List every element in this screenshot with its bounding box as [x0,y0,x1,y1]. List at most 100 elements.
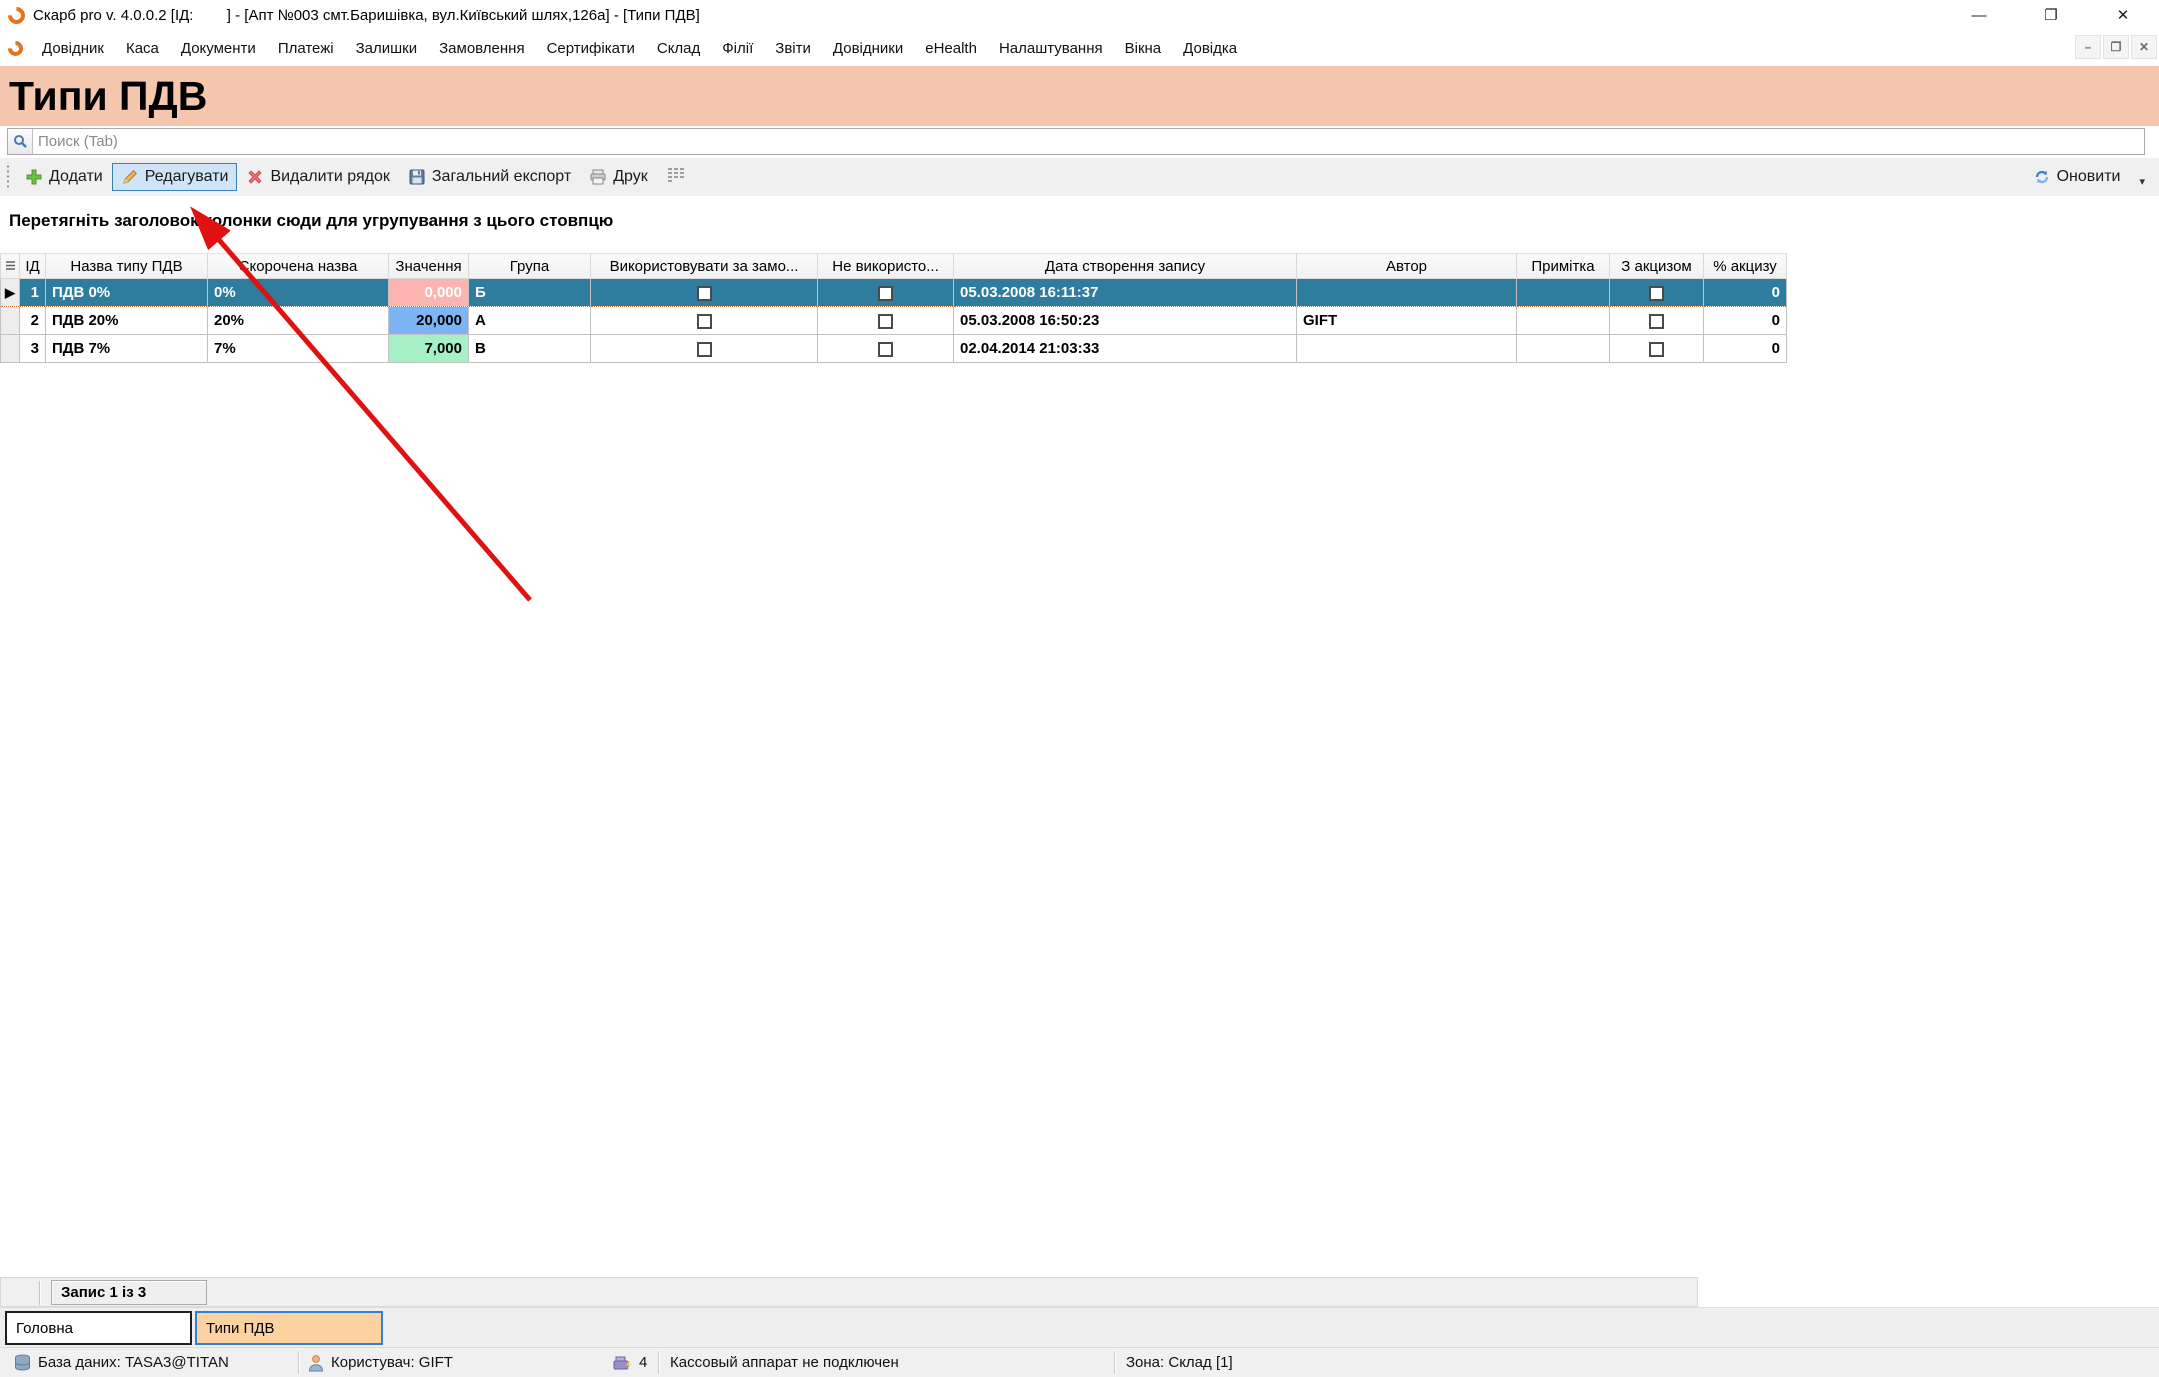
search-icon[interactable] [8,129,33,154]
cell-value[interactable]: 20,000 [389,307,469,335]
print-button[interactable]: Друк [580,163,657,191]
close-icon[interactable]: ✕ [2087,0,2159,30]
mdi-restore-icon[interactable]: ❐ [2103,35,2129,59]
col-header-short-name[interactable]: Скорочена назва [208,254,389,279]
cell-name[interactable]: ПДВ 20% [46,307,208,335]
column-chooser-icon[interactable] [665,166,685,189]
tab-typy-pdv[interactable]: Типи ПДВ [195,1311,383,1345]
cell-use-by-default[interactable] [591,335,818,363]
menu-vikna[interactable]: Вікна [1114,34,1173,63]
checkbox-unchecked[interactable] [1649,342,1664,357]
cell-not-used[interactable] [818,335,954,363]
cell-author[interactable]: GIFT [1297,307,1517,335]
checkbox-unchecked[interactable] [697,342,712,357]
checkbox-unchecked[interactable] [697,314,712,329]
cell-not-used[interactable] [818,307,954,335]
menu-sklad[interactable]: Склад [646,34,711,63]
menu-dokumenty[interactable]: Документи [170,34,267,63]
cell-author[interactable] [1297,279,1517,307]
cell-created[interactable]: 05.03.2008 16:11:37 [954,279,1297,307]
checkbox-unchecked[interactable] [1649,286,1664,301]
cell-value[interactable]: 7,000 [389,335,469,363]
zone-status-label: Зона: Склад [1] [1126,1354,1233,1371]
cell-id[interactable]: 3 [20,335,46,363]
search-box[interactable] [7,128,2145,155]
cell-not-used[interactable] [818,279,954,307]
cell-use-by-default[interactable] [591,279,818,307]
menu-zalyshky[interactable]: Залишки [345,34,429,63]
table-row[interactable]: 3 ПДВ 7% 7% 7,000 В 02.04.2014 21:03:33 … [1,335,1787,363]
cell-note[interactable] [1517,279,1610,307]
tab-holovna[interactable]: Головна [5,1311,192,1345]
menu-nalashtuvannya[interactable]: Налаштування [988,34,1114,63]
edit-button[interactable]: Редагувати [112,163,238,191]
menu-dovidka[interactable]: Довідка [1172,34,1248,63]
col-header-value[interactable]: Значення [389,254,469,279]
col-header-excise-percent[interactable]: % акцизу [1704,254,1787,279]
cell-name[interactable]: ПДВ 7% [46,335,208,363]
delete-row-button[interactable]: Видалити рядок [237,163,398,191]
col-header-name[interactable]: Назва типу ПДВ [46,254,208,279]
checkbox-unchecked[interactable] [878,342,893,357]
cell-excise-percent[interactable]: 0 [1704,335,1787,363]
cell-group[interactable]: Б [469,279,591,307]
menu-zvity[interactable]: Звіти [764,34,822,63]
table-row[interactable]: 2 ПДВ 20% 20% 20,000 А 05.03.2008 16:50:… [1,307,1787,335]
col-header-use-by-default[interactable]: Використовувати за замо... [591,254,818,279]
navigator-separator [39,1281,40,1305]
checkbox-unchecked[interactable] [1649,314,1664,329]
col-header-id[interactable]: ІД [20,254,46,279]
cell-short-name[interactable]: 20% [208,307,389,335]
col-header-with-excise[interactable]: З акцизом [1610,254,1704,279]
table-row[interactable]: ▶ 1 ПДВ 0% 0% 0,000 Б 05.03.2008 16:11:3… [1,279,1787,307]
cell-excise-percent[interactable]: 0 [1704,307,1787,335]
mdi-app-logo-icon [5,37,26,58]
cell-value[interactable]: 0,000 [389,279,469,307]
cell-group[interactable]: В [469,335,591,363]
cell-excise-percent[interactable]: 0 [1704,279,1787,307]
menu-zamovlennya[interactable]: Замовлення [428,34,535,63]
cell-with-excise[interactable] [1610,307,1704,335]
grid-options-icon[interactable] [1,254,20,279]
col-header-author[interactable]: Автор [1297,254,1517,279]
cell-created[interactable]: 05.03.2008 16:50:23 [954,307,1297,335]
cell-group[interactable]: А [469,307,591,335]
cell-use-by-default[interactable] [591,307,818,335]
checkbox-unchecked[interactable] [697,286,712,301]
menu-sertyfikaty[interactable]: Сертифікати [536,34,646,63]
toolbar-grip[interactable] [6,164,10,190]
add-button[interactable]: Додати [16,163,112,191]
window-title: Скарб pro v. 4.0.0.2 [ІД: ] - [Апт №003 … [33,7,1943,24]
col-header-created[interactable]: Дата створення запису [954,254,1297,279]
checkbox-unchecked[interactable] [878,286,893,301]
cell-short-name[interactable]: 7% [208,335,389,363]
cell-id[interactable]: 1 [20,279,46,307]
cell-created[interactable]: 02.04.2014 21:03:33 [954,335,1297,363]
menu-kasa[interactable]: Каса [115,34,170,63]
mdi-close-icon[interactable]: ✕ [2131,35,2157,59]
cell-with-excise[interactable] [1610,279,1704,307]
menu-platezhi[interactable]: Платежі [267,34,345,63]
cell-with-excise[interactable] [1610,335,1704,363]
col-header-not-used[interactable]: Не використо... [818,254,954,279]
minimize-icon[interactable]: — [1943,0,2015,30]
menu-dovidnyky[interactable]: Довідники [822,34,914,63]
menu-filii[interactable]: Філії [711,34,764,63]
menu-dovidnyk[interactable]: Довідник [31,34,115,63]
col-header-group[interactable]: Група [469,254,591,279]
mdi-minimize-icon[interactable]: – [2075,35,2101,59]
export-button[interactable]: Загальний експорт [399,163,580,191]
cell-author[interactable] [1297,335,1517,363]
cell-short-name[interactable]: 0% [208,279,389,307]
refresh-button[interactable]: Оновити [2024,163,2130,191]
cell-id[interactable]: 2 [20,307,46,335]
checkbox-unchecked[interactable] [878,314,893,329]
search-input[interactable] [33,130,2144,153]
cell-name[interactable]: ПДВ 0% [46,279,208,307]
cell-note[interactable] [1517,335,1610,363]
cell-note[interactable] [1517,307,1610,335]
col-header-note[interactable]: Примітка [1517,254,1610,279]
refresh-dropdown-caret-icon[interactable]: ▾ [2139,175,2145,188]
restore-icon[interactable]: ❐ [2015,0,2087,30]
menu-ehealth[interactable]: eHealth [914,34,988,63]
